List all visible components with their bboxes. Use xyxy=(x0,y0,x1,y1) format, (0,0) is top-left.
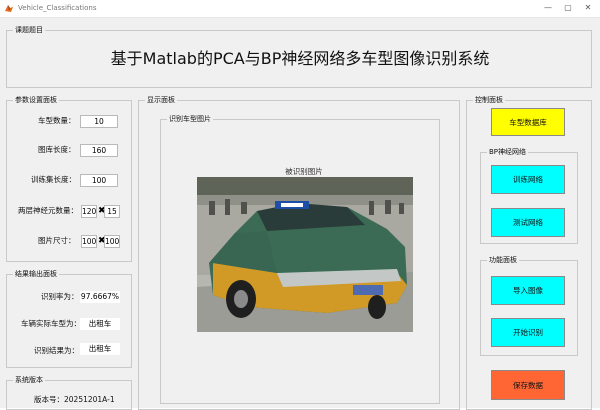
training-length-label: 训练集长度： xyxy=(31,175,76,184)
version-text: 版本号：20251201A-1 xyxy=(34,395,115,404)
image-height-field[interactable]: 100 xyxy=(104,235,120,248)
library-length-field[interactable]: 160 xyxy=(80,144,118,157)
vehicle-count-label: 车型数量： xyxy=(38,116,76,125)
control-panel: 控制面板 xyxy=(466,95,592,410)
bp-network-label: BP神经网络 xyxy=(487,147,529,157)
image-size-label: 图片尺寸： xyxy=(38,236,76,245)
function-panel-label: 功能面板 xyxy=(487,255,519,265)
results-panel-label: 结果输出面板 xyxy=(13,269,59,279)
actual-type-value: 出租车 xyxy=(80,318,120,330)
neurons-layer1-field[interactable]: 120 xyxy=(81,205,97,218)
neurons-label: 两层神经元数量： xyxy=(18,206,78,215)
save-data-button[interactable]: 保存数据 xyxy=(491,370,565,400)
training-length-field[interactable]: 100 xyxy=(80,174,118,187)
taxi-car-image xyxy=(197,177,413,332)
neurons-layer2-field[interactable]: 15 xyxy=(104,205,120,218)
image-title: 被识别图片 xyxy=(285,167,323,176)
start-recognition-button[interactable]: 开始识别 xyxy=(491,318,565,347)
display-panel-label: 显示面板 xyxy=(145,95,177,105)
vehicle-database-button[interactable]: 车型数据库 xyxy=(491,108,565,136)
result-value: 出租车 xyxy=(80,343,120,355)
window-titlebar: Vehicle_Classifications — ▢ ✕ xyxy=(0,0,600,18)
title-panel-label: 课题题目 xyxy=(13,25,45,35)
actual-type-label: 车辆实际车型为： xyxy=(21,319,81,328)
close-icon[interactable]: ✕ xyxy=(580,2,596,14)
minimize-icon[interactable]: — xyxy=(540,2,556,14)
import-image-button[interactable]: 导入图像 xyxy=(491,276,565,305)
control-panel-label: 控制面板 xyxy=(473,95,505,105)
image-width-field[interactable]: 100 xyxy=(81,235,97,248)
matlab-app-icon xyxy=(5,5,13,12)
test-network-button[interactable]: 测试网络 xyxy=(491,208,565,237)
version-panel-label: 系统版本 xyxy=(13,375,45,385)
recognition-rate-label: 识别率为： xyxy=(41,292,79,301)
library-length-label: 图库长度： xyxy=(38,145,76,154)
image-group-label: 识别车型图片 xyxy=(167,114,213,124)
train-network-button[interactable]: 训练网络 xyxy=(491,165,565,194)
vehicle-count-field[interactable]: 10 xyxy=(80,115,118,128)
recognition-rate-value: 97.6667% xyxy=(80,291,120,303)
params-panel-label: 参数设置面板 xyxy=(13,95,59,105)
maximize-icon[interactable]: ▢ xyxy=(560,2,576,14)
project-title: 基于Matlab的PCA与BP神经网络多车型图像识别系统 xyxy=(110,49,490,68)
window-title: Vehicle_Classifications xyxy=(18,4,97,12)
result-label: 识别结果为： xyxy=(34,346,79,355)
